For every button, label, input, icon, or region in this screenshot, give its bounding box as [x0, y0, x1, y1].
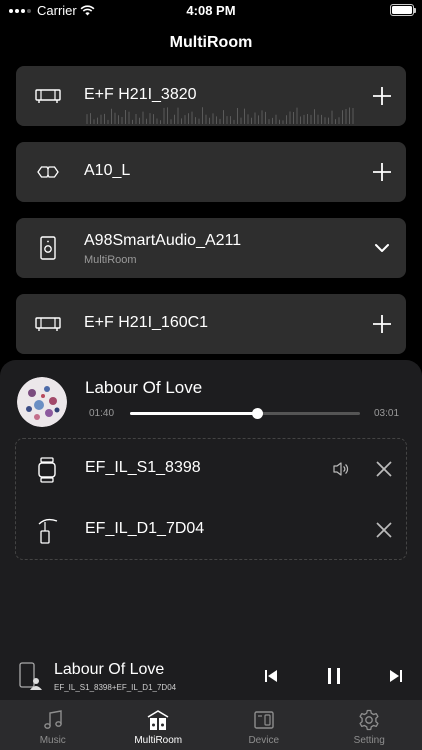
clock: 4:08 PM: [186, 3, 236, 18]
phone-user-icon: [19, 662, 42, 690]
mini-song-title: Labour Of Love: [54, 661, 165, 678]
previous-track-icon[interactable]: [261, 666, 281, 686]
multiroom-icon: [147, 710, 169, 730]
progress-fill: [130, 412, 257, 415]
page-title: MultiRoom: [169, 34, 253, 51]
device-name: A10_L: [84, 162, 131, 179]
device-name: E+F H21I_3820: [84, 86, 197, 103]
speaker-icon: [40, 236, 56, 260]
member-name: EF_IL_D1_7D04: [85, 520, 205, 537]
battery-icon: [390, 4, 416, 16]
gear-icon: [359, 709, 379, 731]
member-name: EF_IL_S1_8398: [85, 459, 201, 476]
pause-icon[interactable]: [324, 666, 344, 686]
mini-device-list: EF_IL_S1_8398+EF_IL_D1_7D04: [54, 683, 177, 692]
group-player-sheet: Labour Of Love 01:40 03:01 EF_IL_S1_8398: [0, 360, 422, 660]
song-title: Labour Of Love: [85, 378, 203, 397]
lamp-speaker-icon: [38, 518, 58, 544]
device-card[interactable]: A98SmartAudio_A211 MultiRoom: [16, 218, 406, 278]
total-time: 03:01: [374, 408, 400, 419]
elapsed-time: 01:40: [89, 408, 115, 419]
music-note-icon: [43, 710, 62, 729]
progress-thumb[interactable]: [251, 408, 263, 419]
remove-member-icon[interactable]: [375, 521, 393, 539]
next-track-icon[interactable]: [386, 666, 406, 686]
tab-multiroom[interactable]: MultiRoom: [106, 700, 212, 750]
tab-bar: Music MultiRoom Device Setting: [0, 700, 422, 750]
device-card[interactable]: E+F H21I_3820: [16, 66, 406, 126]
group-members: EF_IL_S1_8398 EF_IL_D1_7D04: [15, 438, 407, 560]
group-member-row: EF_IL_D1_7D04: [16, 500, 406, 560]
add-icon[interactable]: [370, 160, 394, 184]
tab-label: Device: [248, 735, 280, 746]
add-icon[interactable]: [370, 84, 394, 108]
device-card[interactable]: E+F H21I_160C1: [16, 294, 406, 354]
tab-device[interactable]: Device: [211, 700, 317, 750]
tab-music[interactable]: Music: [0, 700, 106, 750]
device-card[interactable]: A10_L: [16, 142, 406, 202]
volume-icon[interactable]: [331, 459, 351, 479]
tab-setting[interactable]: Setting: [317, 700, 422, 750]
audio-waveform: [86, 107, 354, 124]
soundbar-icon: [35, 317, 61, 331]
device-name: E+F H21I_160C1: [84, 314, 209, 331]
remove-member-icon[interactable]: [375, 460, 393, 478]
tab-label: Setting: [353, 735, 385, 746]
device-name: A98SmartAudio_A211: [84, 232, 242, 249]
device-icon: [254, 711, 274, 729]
device-group-label: MultiRoom: [84, 254, 137, 266]
album-art: [17, 377, 67, 427]
group-member-row: EF_IL_S1_8398: [16, 439, 406, 499]
soundbar-icon: [35, 89, 61, 103]
mini-player[interactable]: Labour Of Love EF_IL_S1_8398+EF_IL_D1_7D…: [0, 652, 422, 700]
stereo-pair-icon: [37, 166, 59, 178]
watch-speaker-icon: [38, 457, 56, 483]
tab-label: MultiRoom: [134, 735, 183, 746]
tab-label: Music: [39, 735, 66, 746]
progress-slider[interactable]: [130, 408, 360, 419]
chevron-down-icon[interactable]: [370, 236, 394, 260]
add-icon[interactable]: [370, 312, 394, 336]
status-bar: Carrier 4:08 PM: [0, 0, 422, 22]
